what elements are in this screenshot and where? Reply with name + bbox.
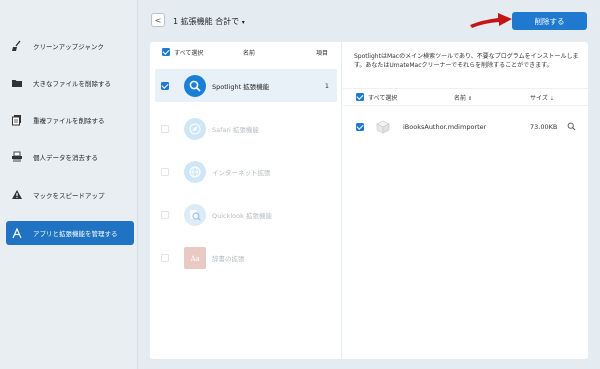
sidebar-item-label: 大きなファイルを削除する bbox=[33, 80, 111, 88]
extension-row-quicklook[interactable]: Quicklook 拡張機能 bbox=[155, 198, 337, 231]
row-checkbox[interactable] bbox=[161, 253, 169, 262]
file-checkbox[interactable] bbox=[356, 123, 364, 131]
spotlight-search-icon bbox=[184, 74, 206, 97]
sidebar-item-large-files[interactable]: 大きなファイルを削除する bbox=[6, 71, 134, 95]
sidebar-item-duplicate-files[interactable]: 重複ファイルを削除する bbox=[6, 108, 134, 132]
extension-name: 辞書の拡張 bbox=[212, 254, 245, 263]
extension-description: SpotlightはMacのメイン検索ツールであり、不要なプログラムをインストー… bbox=[354, 53, 579, 69]
files-select-all-checkbox[interactable] bbox=[356, 93, 364, 101]
back-button[interactable]: < bbox=[151, 13, 165, 27]
row-checkbox[interactable] bbox=[161, 124, 169, 133]
sidebar-item-erase-private-data[interactable]: 個人データを消去する bbox=[6, 145, 134, 169]
sidebar-item-label: クリーンアップジャンク bbox=[33, 43, 104, 51]
reveal-search-icon[interactable] bbox=[567, 122, 576, 133]
name-column-header[interactable]: 名前 ⇕ bbox=[454, 93, 472, 102]
row-checkbox[interactable] bbox=[161, 81, 169, 90]
apps-tools-icon bbox=[10, 226, 24, 240]
files-table-header: すべて選択 名前 ⇕ サイズ ⇣ bbox=[343, 88, 588, 106]
file-name: iBooksAuthor.mdimporter bbox=[403, 123, 487, 131]
red-arrow-annotation bbox=[470, 13, 512, 28]
sidebar-item-cleanup-junk[interactable]: クリーンアップジャンク bbox=[6, 34, 134, 58]
extension-row-spotlight[interactable]: Spotlight 拡張機能 1 bbox=[155, 69, 337, 102]
quicklook-magnifier-icon bbox=[184, 203, 206, 226]
sidebar-item-label: 重複ファイルを削除する bbox=[33, 117, 105, 125]
broom-icon bbox=[10, 39, 24, 53]
svg-text:Aa: Aa bbox=[190, 255, 200, 263]
safari-compass-icon bbox=[184, 117, 206, 140]
delete-button[interactable]: 削除する bbox=[512, 12, 587, 30]
extension-row-internet[interactable]: インターネット拡張 bbox=[155, 155, 337, 188]
sidebar-item-label: アプリと拡張機能を管理する bbox=[33, 230, 118, 238]
sidebar-item-manage-apps-extensions[interactable]: アプリと拡張機能を管理する bbox=[6, 221, 134, 245]
sort-icon: ⇕ bbox=[467, 95, 473, 102]
internet-globe-icon bbox=[184, 160, 206, 183]
shredder-icon bbox=[10, 150, 24, 164]
sidebar-item-speed-up-mac[interactable]: マックをスピードアップ bbox=[6, 183, 134, 207]
select-all-label: すべて選択 bbox=[174, 49, 204, 57]
name-column-header[interactable]: 名前 bbox=[243, 48, 255, 57]
extension-name: インターネット拡張 bbox=[212, 168, 271, 177]
extension-name: Quicklook 拡張機能 bbox=[212, 211, 272, 220]
chevron-left-icon: < bbox=[154, 15, 162, 25]
file-row[interactable]: iBooksAuthor.mdimporter 73.00KB bbox=[343, 114, 588, 140]
select-all-label: すべて選択 bbox=[368, 94, 398, 102]
folder-icon bbox=[10, 76, 24, 90]
extension-name: Spotlight 拡張機能 bbox=[212, 82, 270, 91]
extension-row-safari[interactable]: Safari 拡張機能 bbox=[155, 112, 337, 145]
sidebar-item-label: マックをスピードアップ bbox=[33, 192, 105, 200]
extension-name: Safari 拡張機能 bbox=[212, 125, 259, 134]
extensions-list-header: すべて選択 名前 項目 bbox=[150, 42, 342, 62]
items-column-header: 項目 bbox=[316, 49, 329, 57]
dictionary-icon: Aa bbox=[184, 246, 206, 269]
duplicate-files-icon bbox=[10, 113, 24, 127]
row-checkbox[interactable] bbox=[161, 167, 169, 176]
sort-desc-icon: ⇣ bbox=[549, 95, 554, 102]
warning-speed-icon bbox=[10, 188, 24, 202]
file-size: 73.00KB bbox=[530, 123, 558, 131]
size-column-header[interactable]: サイズ ⇣ bbox=[530, 93, 554, 102]
sidebar-item-label: 個人データを消去する bbox=[33, 154, 98, 162]
select-all-checkbox[interactable] bbox=[162, 48, 170, 56]
row-checkbox[interactable] bbox=[161, 210, 169, 219]
chevron-down-icon: ▾ bbox=[241, 19, 245, 26]
extension-count: 1 bbox=[324, 81, 329, 90]
sidebar: クリーンアップジャンク 大きなファイルを削除する 重複ファイルを削除する 個人デ… bbox=[0, 0, 138, 369]
extension-row-dictionary[interactable]: Aa 辞書の拡張 bbox=[155, 241, 337, 274]
page-title[interactable]: 1 拡張機能 合計で ▾ bbox=[173, 16, 245, 27]
package-box-icon bbox=[374, 118, 392, 136]
